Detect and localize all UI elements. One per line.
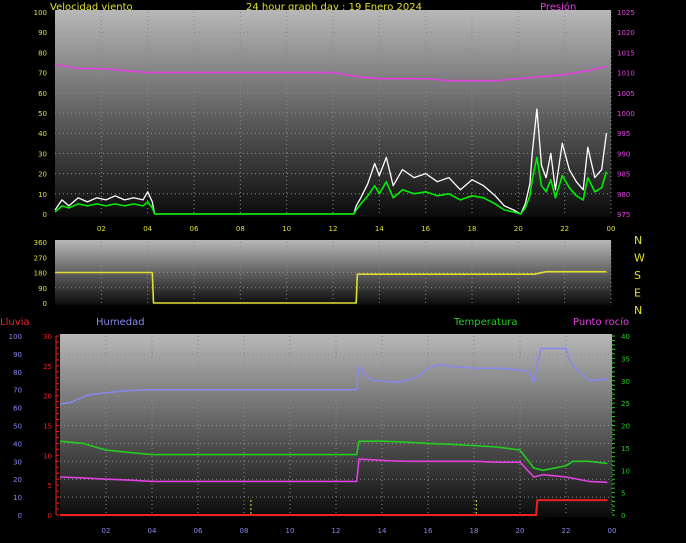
- temp-xtick-label: 10: [286, 527, 295, 535]
- wind-ytick-label: 60: [38, 90, 47, 98]
- temp-xtick-label: 04: [148, 527, 157, 535]
- humidity-ytick-label: 80: [13, 369, 22, 377]
- dewpoint-label: Punto rocío: [573, 316, 629, 328]
- temperature-label: Temperatura: [453, 317, 518, 328]
- temp-ytick-label: 5: [621, 490, 625, 498]
- wind-xtick-label: 18: [468, 225, 477, 233]
- pressure-ytick-label: 1020: [617, 29, 635, 37]
- temp-ytick-label: 10: [621, 467, 630, 475]
- wind-ytick-label: 20: [38, 171, 47, 179]
- wind-xtick-label: 16: [421, 225, 430, 233]
- compass-label: S: [634, 269, 641, 282]
- pressure-ytick-label: 985: [617, 171, 630, 179]
- wind-ytick-label: 70: [38, 70, 47, 78]
- rain-ytick-label: 5: [48, 482, 52, 490]
- temp-xtick-label: 14: [378, 527, 387, 535]
- wind-ytick-label: 30: [38, 150, 47, 158]
- humidity-ytick-label: 60: [13, 405, 22, 413]
- compass-label: N: [634, 304, 642, 317]
- rain-ytick-label: 25: [43, 363, 52, 371]
- wind-ytick-label: 0: [43, 211, 47, 219]
- humidity-ytick-label: 70: [13, 387, 22, 395]
- direction-ytick-label: 360: [34, 239, 47, 247]
- rain-ytick-label: 10: [43, 452, 52, 460]
- temp-xtick-label: 06: [194, 527, 203, 535]
- temp-ytick-label: 35: [621, 355, 630, 363]
- wind-ytick-label: 100: [34, 9, 47, 17]
- temp-xtick-label: 22: [562, 527, 571, 535]
- weather-24h-chart: Velocidad viento 24 hour graph day : 19 …: [0, 1, 645, 535]
- humidity-ytick-label: 10: [13, 494, 22, 502]
- compass-label: N: [634, 234, 642, 247]
- compass-label: W: [634, 252, 645, 265]
- rain-label: Lluvia: [0, 317, 30, 328]
- humidity-ytick-label: 50: [13, 423, 22, 431]
- temp-xtick-label: 08: [240, 527, 249, 535]
- temp-ytick-label: 25: [621, 400, 630, 408]
- wind-ytick-label: 80: [38, 49, 47, 57]
- wind-ytick-label: 90: [38, 29, 47, 37]
- wind-xtick-label: 10: [282, 225, 291, 233]
- wind-xtick-label: 14: [375, 225, 384, 233]
- pressure-ytick-label: 1015: [617, 49, 635, 57]
- rain-ytick-label: 0: [48, 512, 52, 520]
- rain-ytick-label: 30: [43, 333, 52, 341]
- humidity-ytick-label: 30: [13, 458, 22, 466]
- pressure-ytick-label: 1025: [617, 9, 635, 17]
- humidity-ytick-label: 40: [13, 440, 22, 448]
- temp-ytick-label: 20: [621, 423, 630, 431]
- humidity-ytick-label: 90: [13, 351, 22, 359]
- temp-xtick-label: 20: [516, 527, 525, 535]
- wind-xtick-label: 12: [329, 225, 338, 233]
- temp-xtick-label: 18: [470, 527, 479, 535]
- rain-ytick-label: 15: [43, 423, 52, 431]
- humidity-label: Humedad: [96, 317, 145, 328]
- wind-ytick-label: 50: [38, 110, 47, 118]
- temp-xtick-label: 16: [424, 527, 433, 535]
- temp-xtick-label: 02: [102, 527, 111, 535]
- humidity-ytick-label: 0: [18, 512, 22, 520]
- pressure-ytick-label: 1005: [617, 90, 635, 98]
- wind-xtick-label: 08: [236, 225, 245, 233]
- wind-xtick-label: 06: [190, 225, 199, 233]
- pressure-ytick-label: 975: [617, 211, 630, 219]
- temp-xtick-label: 00: [608, 527, 617, 535]
- wind-ytick-label: 10: [38, 191, 47, 199]
- wind-xtick-label: 02: [97, 225, 106, 233]
- pressure-ytick-label: 1010: [617, 70, 635, 78]
- temp-ytick-label: 40: [621, 333, 630, 341]
- temp-ytick-label: 15: [621, 445, 630, 453]
- pressure-ytick-label: 980: [617, 191, 630, 199]
- wind-ytick-label: 40: [38, 130, 47, 138]
- compass-label: E: [634, 287, 641, 300]
- wind-xtick-label: 22: [560, 225, 569, 233]
- wind-xtick-label: 04: [143, 225, 152, 233]
- direction-ytick-label: 0: [43, 300, 47, 308]
- direction-ytick-label: 90: [38, 285, 47, 293]
- temp-ytick-label: 30: [621, 378, 630, 386]
- wind-xtick-label: 20: [514, 225, 523, 233]
- direction-ytick-label: 270: [34, 254, 47, 262]
- pressure-ytick-label: 995: [617, 130, 630, 138]
- wind-xtick-label: 00: [607, 225, 616, 233]
- temp-xtick-label: 12: [332, 527, 341, 535]
- pressure-ytick-label: 1000: [617, 110, 635, 118]
- humidity-ytick-label: 100: [9, 333, 22, 341]
- pressure-ytick-label: 990: [617, 150, 630, 158]
- humidity-ytick-label: 20: [13, 476, 22, 484]
- direction-ytick-label: 180: [34, 270, 47, 278]
- temp-ytick-label: 0: [621, 512, 625, 520]
- rain-ytick-label: 20: [43, 393, 52, 401]
